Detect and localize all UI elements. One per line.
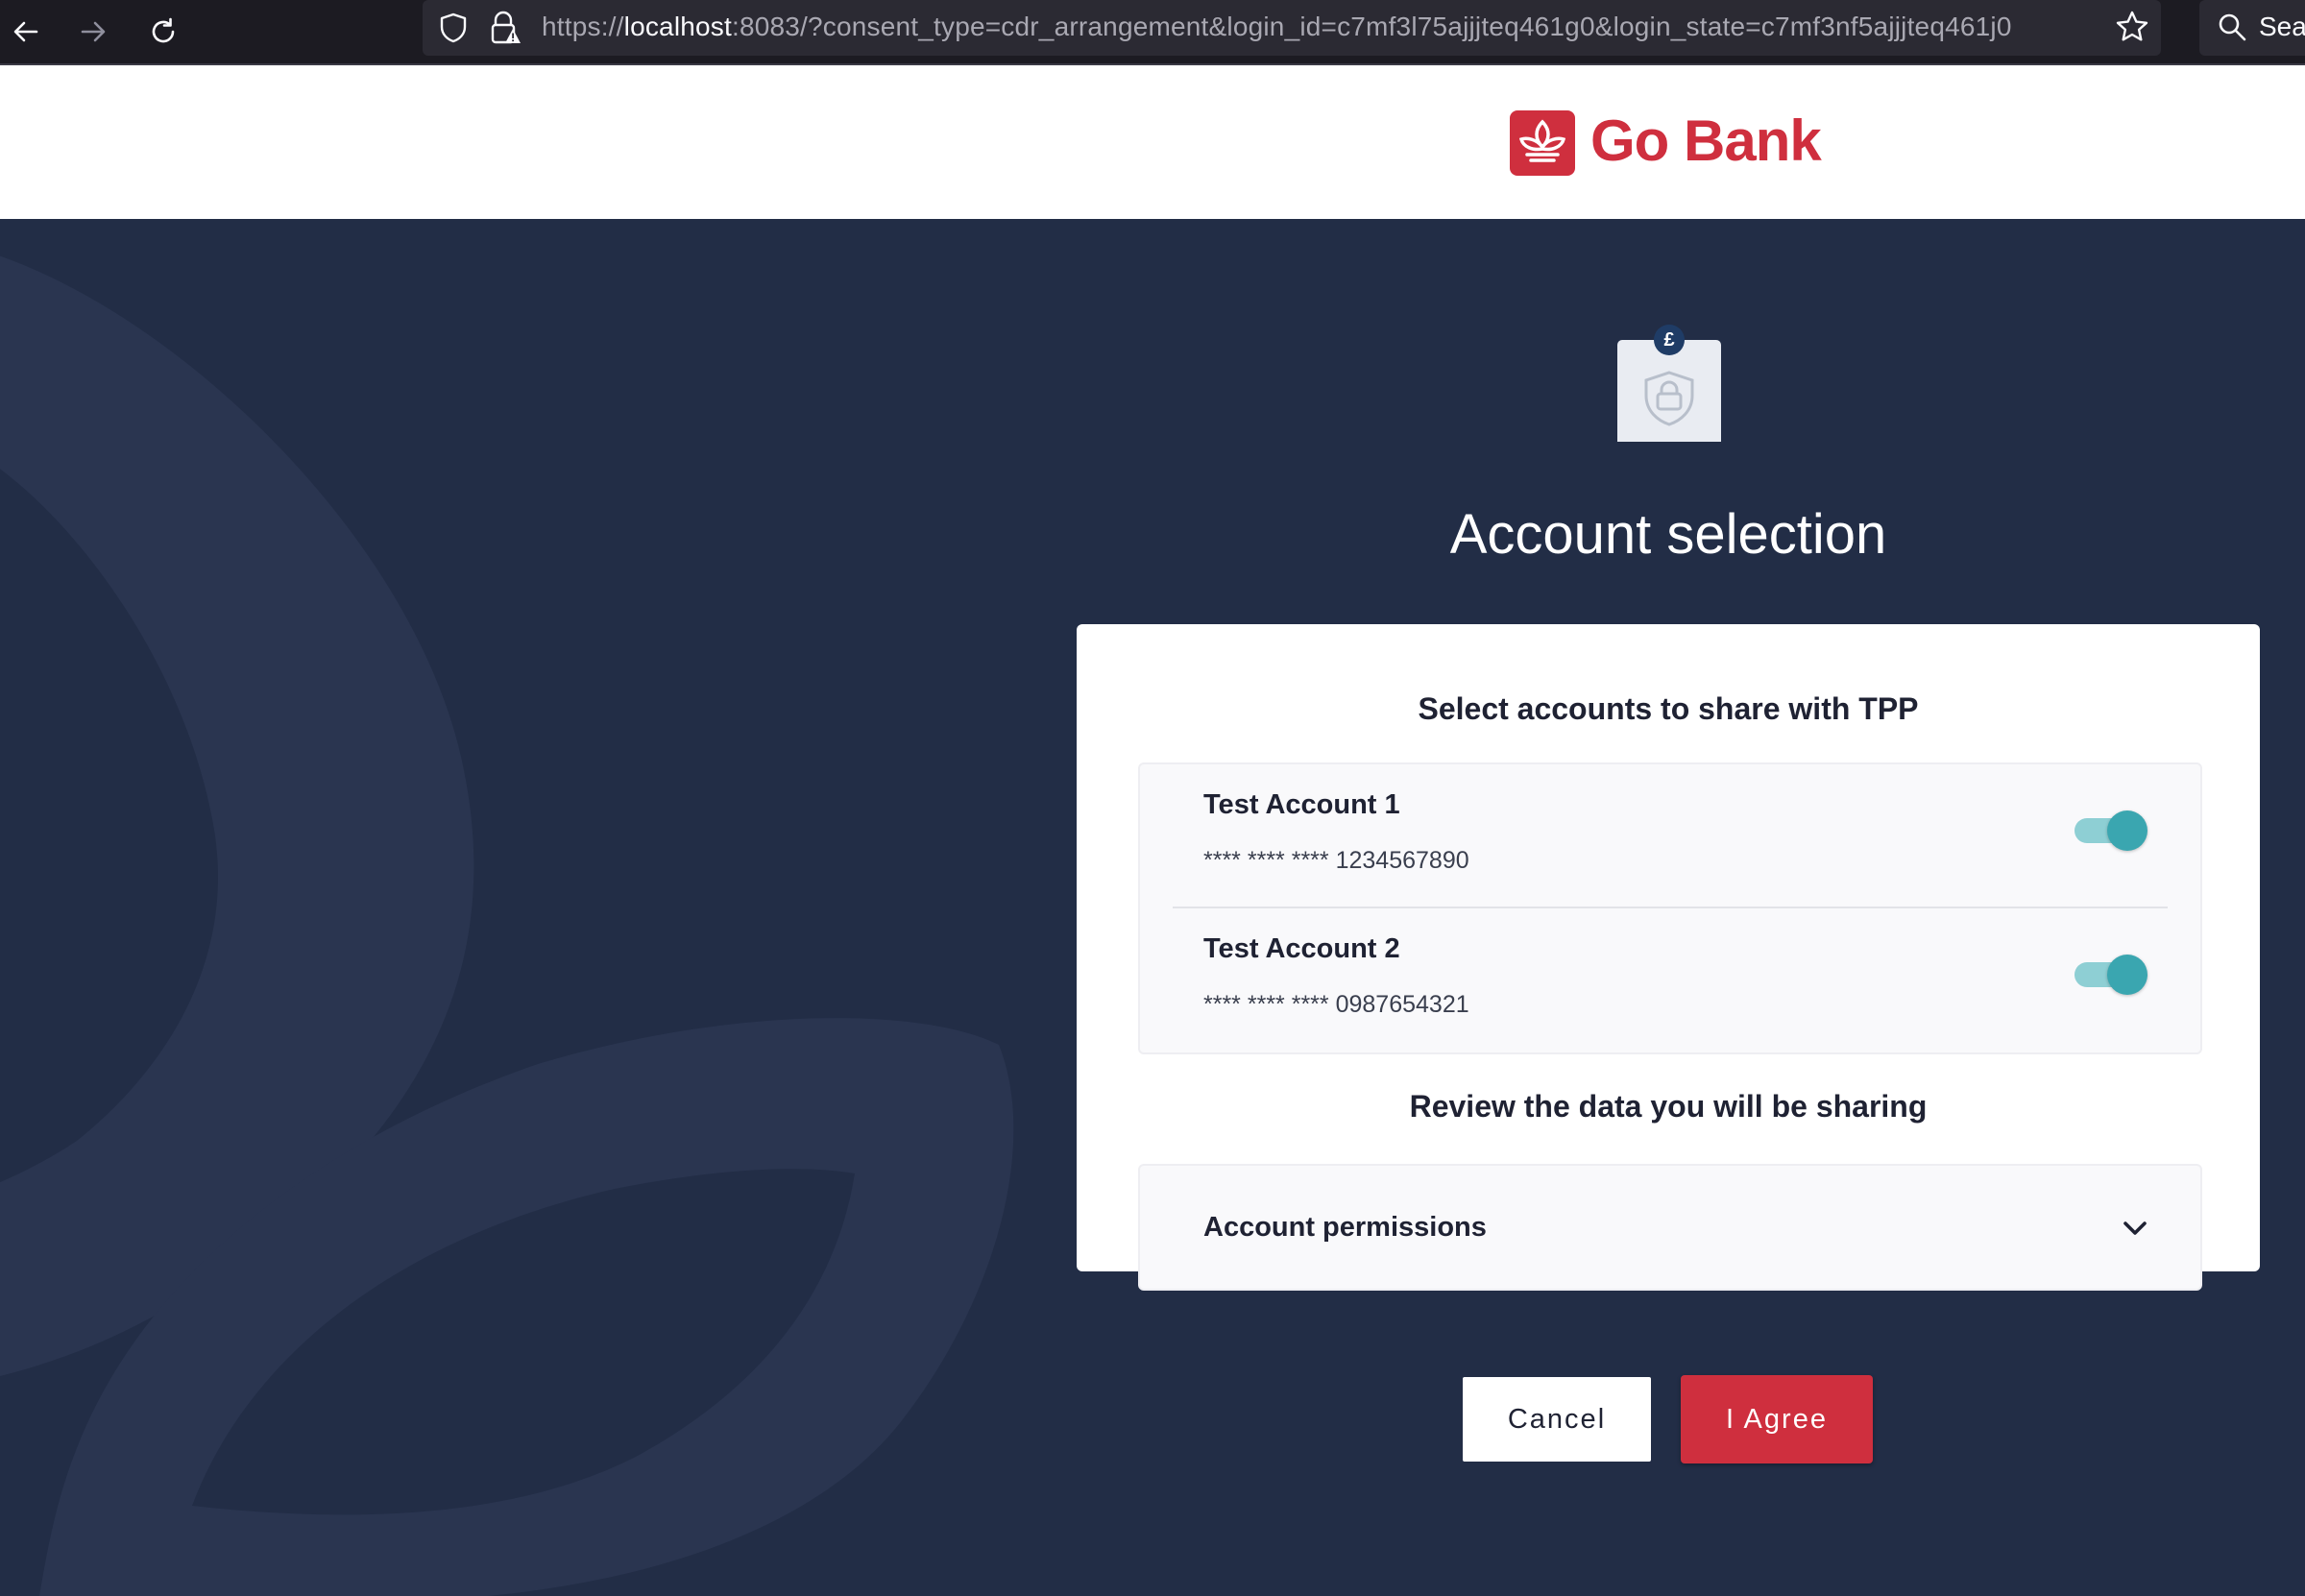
bank-header: Go Bank [0, 65, 2305, 219]
account-row-2[interactable]: Test Account 2 **** **** **** 0987654321 [1140, 908, 2200, 1051]
account-1-toggle[interactable] [2074, 809, 2147, 851]
account-row-1[interactable]: Test Account 1 **** **** **** 1234567890 [1140, 764, 2200, 908]
toggle-knob [2107, 810, 2147, 851]
search-bar-label: Sea [2259, 12, 2305, 41]
account-permissions-label: Account permissions [1203, 1212, 1487, 1243]
search-bar[interactable]: Sea [2199, 0, 2305, 56]
address-bar[interactable]: https://localhost:8083/?consent_type=cdr… [423, 0, 2161, 56]
consent-card: Select accounts to share with TPP Test A… [1077, 624, 2260, 1463]
url-text[interactable]: https://localhost:8083/?consent_type=cdr… [542, 0, 2012, 54]
reload-icon [152, 17, 175, 43]
toggle-knob [2107, 955, 2147, 995]
bookmark-star-icon[interactable] [2115, 10, 2149, 44]
account-number: **** **** **** 1234567890 [1203, 847, 1469, 874]
account-2-toggle[interactable] [2074, 953, 2147, 995]
account-name: Test Account 1 [1203, 789, 1400, 820]
currency-badge: £ [1663, 329, 1675, 351]
accounts-heading: Select accounts to share with TPP [1418, 691, 1919, 726]
account-permissions-accordion[interactable]: Account permissions [1138, 1164, 2202, 1291]
cancel-button[interactable]: Cancel [1461, 1375, 1653, 1463]
reload-button[interactable] [137, 6, 189, 58]
arrow-left-icon [13, 21, 38, 42]
back-button[interactable] [0, 6, 52, 58]
leaf-background-decoration [0, 255, 1014, 1596]
arrow-right-icon [81, 21, 106, 42]
tracking-protection-shield-icon [440, 12, 467, 43]
forward-button[interactable] [67, 6, 119, 58]
consent-page: £ Account selection Select accounts to s… [0, 219, 2305, 1596]
go-bank-logo-icon [1510, 110, 1575, 176]
security-badge-icon: £ [1615, 325, 1723, 455]
brand-name: Go Bank [1590, 109, 1822, 173]
browser-toolbar: https://localhost:8083/?consent_type=cdr… [0, 0, 2305, 65]
agree-button[interactable]: I Agree [1681, 1375, 1873, 1463]
account-name: Test Account 2 [1203, 933, 1400, 964]
page-title: Account selection [1449, 503, 1887, 566]
search-icon [2219, 13, 2246, 41]
chevron-down-icon[interactable] [2118, 1212, 2152, 1246]
insecure-lock-icon [491, 11, 521, 44]
account-number: **** **** **** 0987654321 [1203, 991, 1469, 1018]
accounts-list: Test Account 1 **** **** **** 1234567890… [1138, 762, 2202, 1054]
review-heading: Review the data you will be sharing [1409, 1089, 1928, 1124]
